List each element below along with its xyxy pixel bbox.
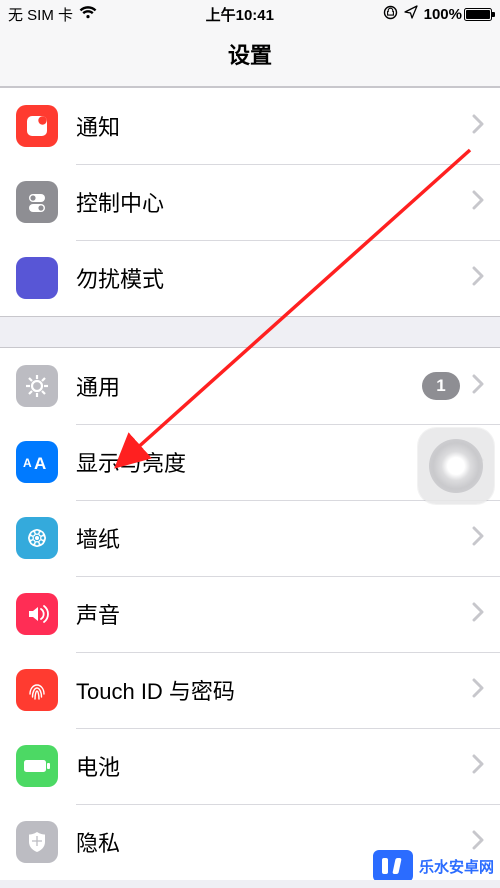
wallpaper-icon bbox=[16, 517, 58, 559]
row-control-center[interactable]: 控制中心 bbox=[0, 164, 500, 240]
assistive-touch-icon bbox=[429, 439, 483, 493]
row-label: 勿扰模式 bbox=[76, 262, 472, 294]
svg-text:A: A bbox=[23, 456, 32, 470]
watermark-text: 乐水安卓网 bbox=[419, 856, 494, 877]
row-dnd[interactable]: 勿扰模式 bbox=[0, 240, 500, 316]
battery-percent: 100% bbox=[424, 6, 462, 23]
bottom-edge bbox=[0, 880, 500, 888]
battery-icon bbox=[16, 745, 58, 787]
row-label: 墙纸 bbox=[76, 522, 472, 554]
row-battery[interactable]: 电池 bbox=[0, 728, 500, 804]
page-title: 设置 bbox=[0, 28, 500, 87]
settings-group-1: 通知 控制中心 勿扰模式 bbox=[0, 87, 500, 317]
carrier-text: 无 SIM 卡 bbox=[8, 4, 73, 25]
status-left: 无 SIM 卡 bbox=[8, 4, 97, 25]
control-center-icon bbox=[16, 181, 58, 223]
status-right: 100% bbox=[383, 5, 492, 24]
chevron-right-icon bbox=[472, 266, 484, 291]
wifi-icon bbox=[79, 5, 97, 23]
status-time: 上午10:41 bbox=[206, 4, 274, 25]
row-label: 通知 bbox=[76, 110, 472, 142]
svg-text:A: A bbox=[34, 454, 46, 472]
chevron-right-icon bbox=[472, 114, 484, 139]
battery-icon bbox=[464, 8, 492, 21]
location-icon bbox=[404, 5, 418, 23]
row-label: 控制中心 bbox=[76, 186, 472, 218]
row-general[interactable]: 通用 1 bbox=[0, 348, 500, 424]
orientation-lock-icon bbox=[383, 5, 398, 24]
privacy-icon bbox=[16, 821, 58, 863]
row-label: 电池 bbox=[76, 750, 472, 782]
dnd-icon bbox=[16, 257, 58, 299]
watermark: 乐水安卓网 bbox=[373, 850, 494, 882]
display-brightness-icon: AA bbox=[16, 441, 58, 483]
general-icon bbox=[16, 365, 58, 407]
settings-group-2: 通用 1 AA 显示与亮度 墙纸 声音 T bbox=[0, 347, 500, 881]
chevron-right-icon bbox=[472, 602, 484, 627]
touchid-icon bbox=[16, 669, 58, 711]
chevron-right-icon bbox=[472, 190, 484, 215]
chevron-right-icon bbox=[472, 374, 484, 399]
chevron-right-icon bbox=[472, 526, 484, 551]
watermark-logo-icon bbox=[373, 850, 413, 882]
row-label: 显示与亮度 bbox=[76, 446, 472, 478]
row-touchid-passcode[interactable]: Touch ID 与密码 bbox=[0, 652, 500, 728]
chevron-right-icon bbox=[472, 678, 484, 703]
row-label: Touch ID 与密码 bbox=[76, 674, 472, 706]
row-label: 通用 bbox=[76, 370, 422, 402]
row-label: 声音 bbox=[76, 598, 472, 630]
sounds-icon bbox=[16, 593, 58, 635]
badge-count: 1 bbox=[422, 372, 460, 400]
chevron-right-icon bbox=[472, 754, 484, 779]
row-notifications[interactable]: 通知 bbox=[0, 88, 500, 164]
row-wallpaper[interactable]: 墙纸 bbox=[0, 500, 500, 576]
row-sounds[interactable]: 声音 bbox=[0, 576, 500, 652]
status-bar: 无 SIM 卡 上午10:41 100% bbox=[0, 0, 500, 28]
battery-indicator: 100% bbox=[424, 6, 492, 23]
notifications-icon bbox=[16, 105, 58, 147]
assistive-touch-button[interactable] bbox=[418, 428, 494, 504]
